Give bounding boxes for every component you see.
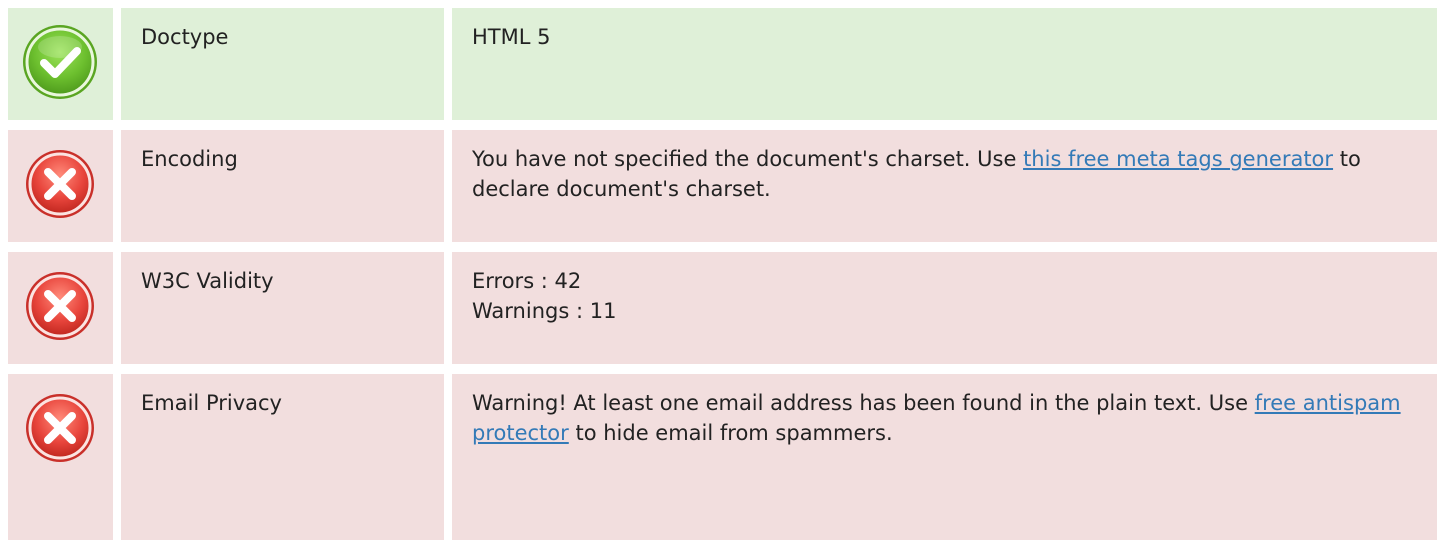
check-value-cell: You have not specified the document's ch… [452,130,1437,242]
check-label: Encoding [141,147,238,171]
check-label: Email Privacy [141,391,282,415]
check-value-cell: Warning! At least one email address has … [452,374,1437,540]
check-label-cell: Doctype [121,8,444,120]
status-cell [8,8,113,120]
value-text-after: to hide email from spammers. [568,421,893,445]
check-value: You have not specified the document's ch… [472,144,1423,204]
check-label: Doctype [141,25,229,49]
seo-check-table: Doctype HTML 5 Encoding You have not spe… [0,0,1443,546]
check-circle-icon [23,25,97,99]
check-value: Warning! At least one email address has … [472,388,1423,448]
x-circle-icon [26,394,94,462]
errors-count: Errors : 42 [472,269,582,293]
check-value-cell: HTML 5 [452,8,1437,120]
check-label-cell: Email Privacy [121,374,444,540]
check-value: HTML 5 [472,25,551,49]
check-label: W3C Validity [141,269,274,293]
x-circle-icon [26,272,94,340]
check-value-cell: Errors : 42 Warnings : 11 [452,252,1437,364]
check-label-cell: Encoding [121,130,444,242]
check-row-w3c-validity: W3C Validity Errors : 42 Warnings : 11 [8,252,1437,364]
status-cell [8,130,113,242]
meta-tags-generator-link[interactable]: this free meta tags generator [1023,147,1333,171]
check-row-doctype: Doctype HTML 5 [8,8,1437,120]
check-label-cell: W3C Validity [121,252,444,364]
status-cell [8,252,113,364]
warnings-count: Warnings : 11 [472,299,617,323]
value-text-before: Warning! At least one email address has … [472,391,1255,415]
check-row-email-privacy: Email Privacy Warning! At least one emai… [8,374,1437,540]
check-value: Errors : 42 Warnings : 11 [472,266,1423,326]
x-circle-icon [26,150,94,218]
check-row-encoding: Encoding You have not specified the docu… [8,130,1437,242]
value-text-before: You have not specified the document's ch… [472,147,1024,171]
status-cell [8,374,113,540]
